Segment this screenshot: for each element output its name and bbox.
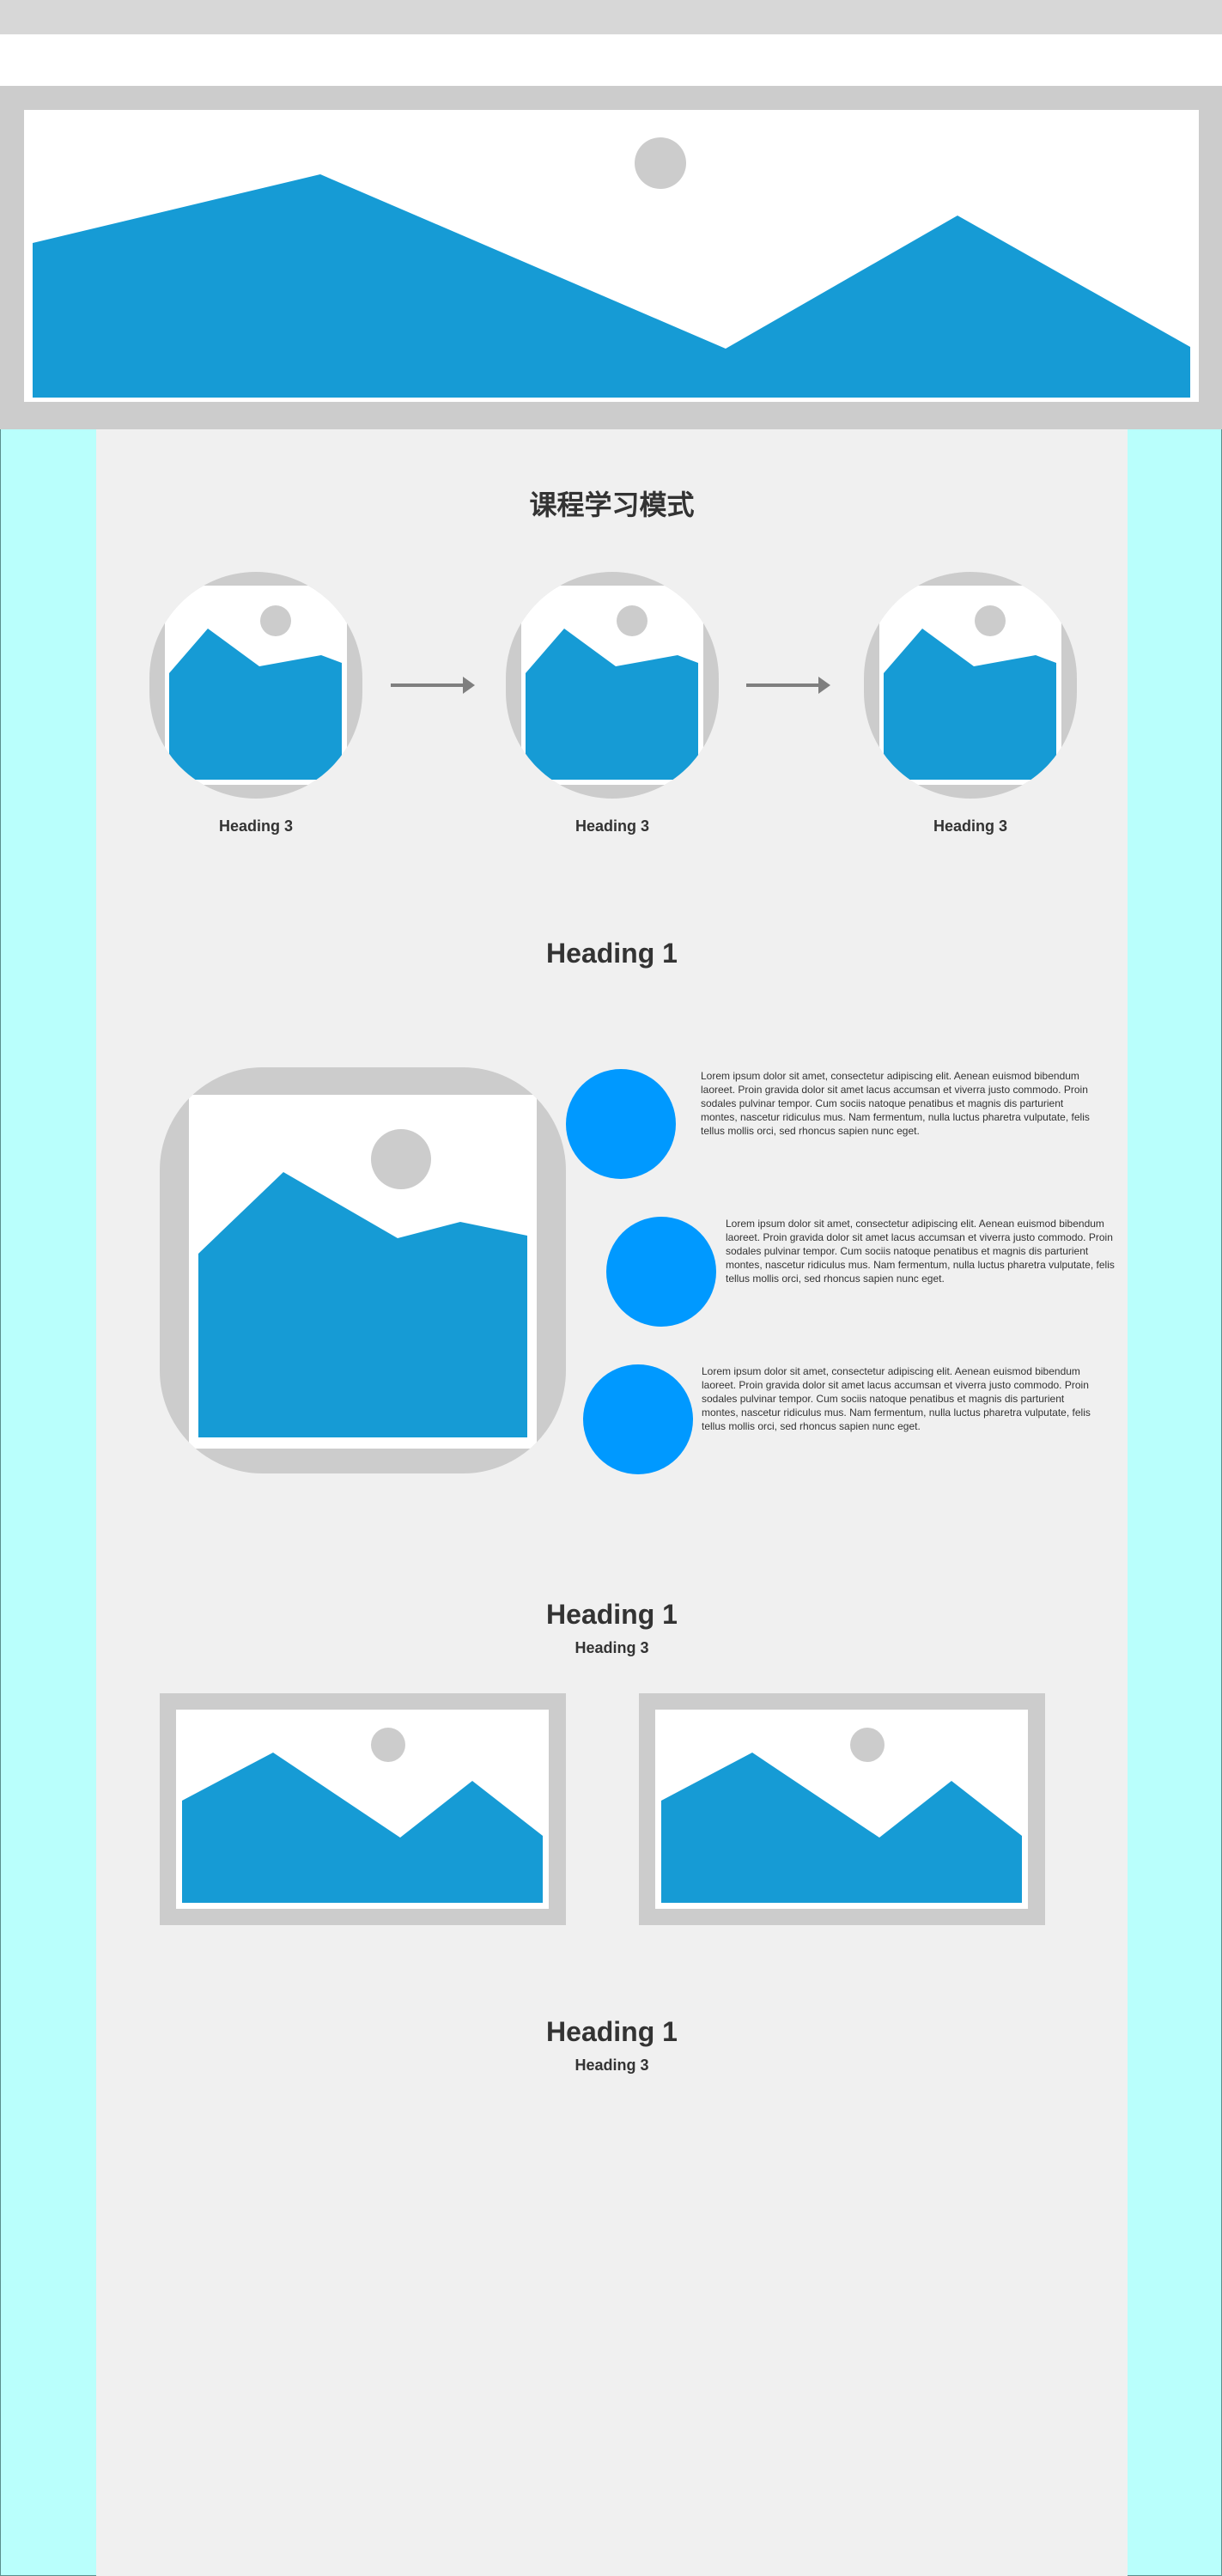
feature-dot-3 — [583, 1364, 693, 1474]
top-strip — [0, 0, 1222, 34]
right-side-panel — [1128, 429, 1222, 2576]
gallery-image-2 — [639, 1693, 1045, 1925]
image-placeholder-icon — [506, 572, 719, 799]
step-image-2 — [506, 572, 719, 799]
hero-image-placeholder — [24, 110, 1199, 402]
feature-image — [160, 1067, 566, 1473]
step-heading-2: Heading 3 — [575, 817, 650, 835]
image-placeholder-icon — [639, 1693, 1045, 1925]
step-image-1 — [149, 572, 362, 799]
features-heading: Heading 1 — [546, 938, 678, 969]
step-heading-3: Heading 3 — [933, 817, 1008, 835]
feature-dot-2 — [606, 1217, 716, 1327]
image-placeholder-icon — [149, 572, 362, 799]
image-placeholder-icon — [160, 1693, 566, 1925]
feature-text-1: Lorem ipsum dolor sit amet, consectetur … — [701, 1070, 1090, 1137]
section-title: 课程学习模式 — [529, 489, 695, 520]
arrow-right-icon — [746, 675, 832, 696]
arrow-right-icon — [391, 675, 477, 696]
image-placeholder-icon — [33, 137, 1190, 398]
bottom-heading: Heading 1 — [546, 2016, 678, 2047]
gallery-image-1 — [160, 1693, 566, 1925]
feature-text-2: Lorem ipsum dolor sit amet, consectetur … — [726, 1218, 1115, 1285]
bottom-subheading: Heading 3 — [575, 2057, 649, 2074]
feature-text-3: Lorem ipsum dolor sit amet, consectetur … — [702, 1365, 1091, 1432]
step-image-3 — [864, 572, 1077, 799]
gallery-heading: Heading 1 — [546, 1599, 678, 1630]
left-side-panel — [0, 429, 96, 2576]
feature-dot-1 — [566, 1069, 676, 1179]
hero-banner — [0, 86, 1222, 429]
gallery-subheading: Heading 3 — [575, 1639, 649, 1656]
image-placeholder-icon — [864, 572, 1077, 799]
image-placeholder-icon — [160, 1067, 566, 1473]
step-heading-1: Heading 3 — [218, 817, 294, 835]
nav-bar — [0, 34, 1222, 86]
